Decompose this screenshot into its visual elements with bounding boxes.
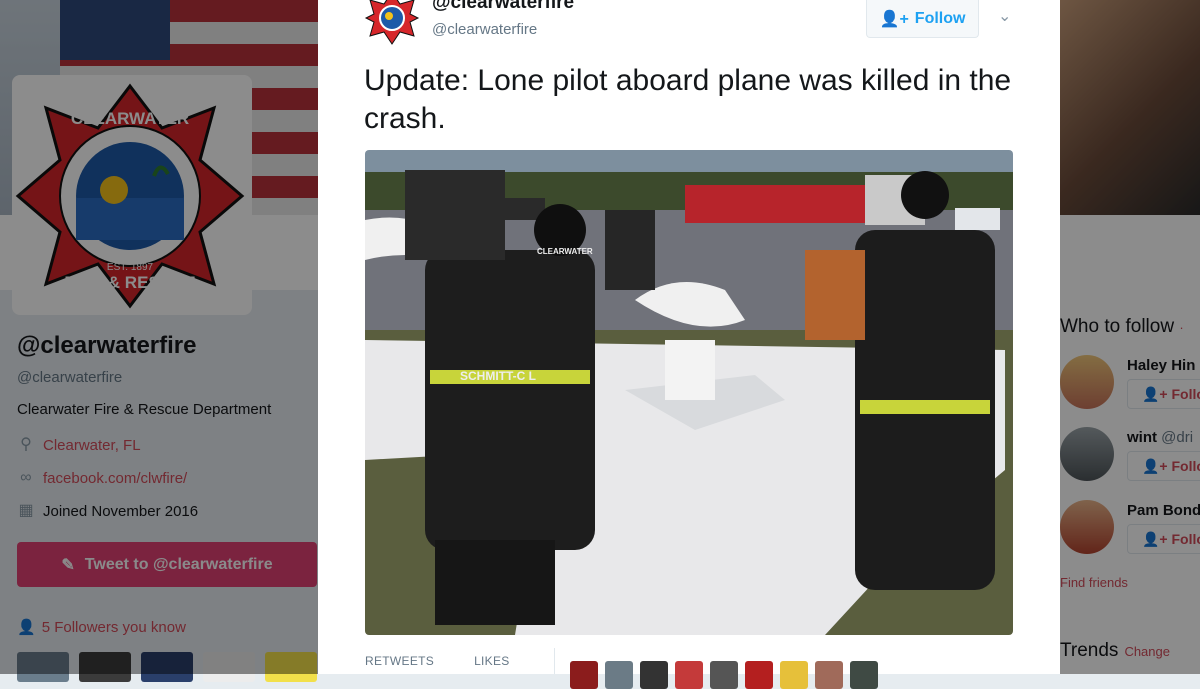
liker-avatar[interactable] [710,661,738,689]
liker-avatar[interactable] [570,661,598,689]
tweet-author-avatar[interactable] [364,0,420,46]
tweet-author-handle[interactable]: @clearwaterfire [432,21,537,38]
likes-label[interactable]: LIKES [474,654,510,668]
follow-button-label: Follow [914,9,966,27]
liker-avatar[interactable] [815,661,843,689]
jacket-name-text: SCHMITT-C L [460,369,536,383]
follow-button[interactable]: 👤+ Follow [866,0,979,38]
liker-avatars [570,661,878,689]
liker-avatar[interactable] [850,661,878,689]
liker-avatar[interactable] [605,661,633,689]
add-user-icon: 👤+ [879,10,909,28]
tweet-text: Update: Lone pilot aboard plane was kill… [364,64,1012,135]
liker-avatar[interactable] [640,661,668,689]
liker-avatar[interactable] [675,661,703,689]
chevron-down-icon[interactable]: ⌄ [998,6,1011,26]
liker-avatar[interactable] [745,661,773,689]
helmet-name-text: CLEARWATER [537,247,593,256]
retweets-label[interactable]: RETWEETS [365,654,434,668]
tweet-photo[interactable]: SCHMITT-C L CLEARWATER [365,150,1013,635]
tweet-stats: RETWEETS LIKES [365,654,510,668]
stats-divider [554,648,555,674]
tweet-author-name[interactable]: @clearwaterfire [432,0,574,14]
liker-avatar[interactable] [780,661,808,689]
